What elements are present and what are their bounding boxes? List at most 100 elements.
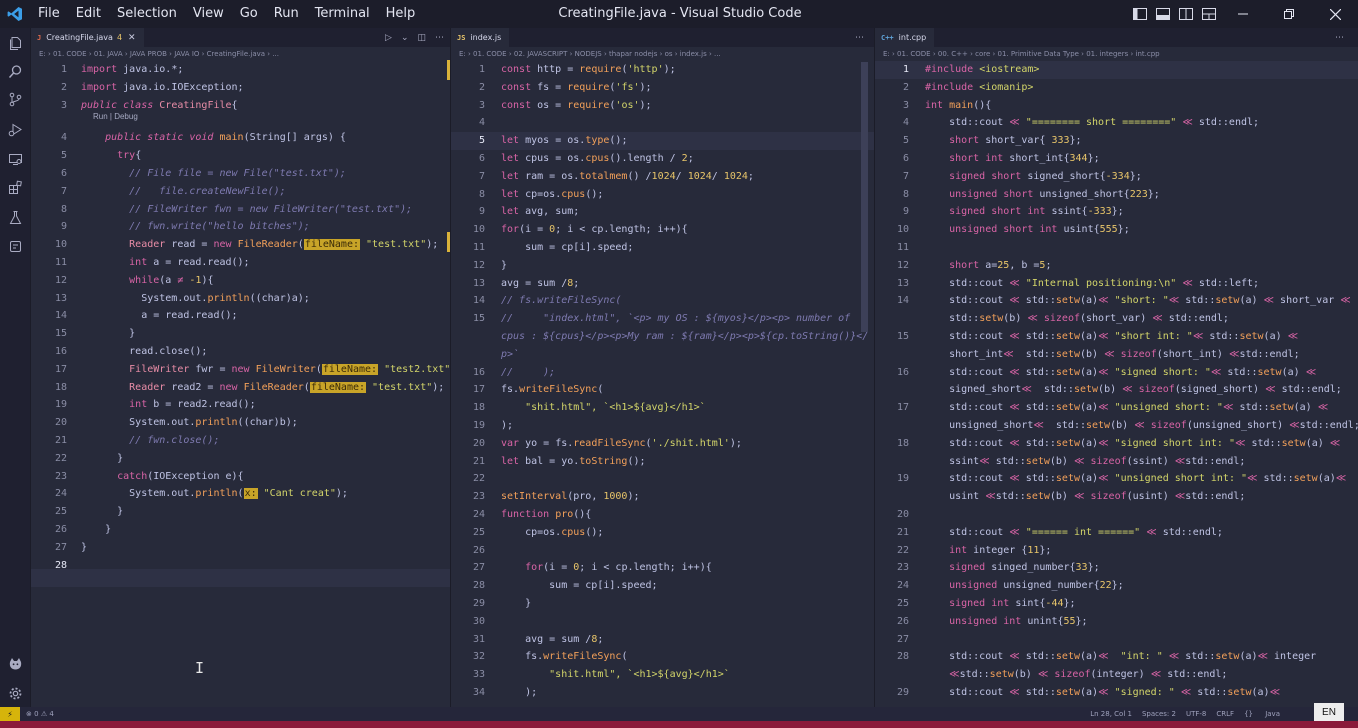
code-line[interactable]: 6 short int short_int{344};: [875, 150, 1358, 168]
code-line[interactable]: 5 let myos = os.type();: [451, 132, 874, 150]
code-line[interactable]: 18 "shit.html", `<h1>${avg}</h1>`: [451, 399, 874, 417]
language-mode[interactable]: {} Java: [1244, 707, 1280, 721]
code-line[interactable]: 10 for(i = 0; i < cp.length; i++){: [451, 221, 874, 239]
menu-file[interactable]: File: [30, 0, 68, 28]
code-line[interactable]: 15 }: [31, 325, 450, 343]
toggle-secondary-sidebar-icon[interactable]: [1174, 0, 1197, 28]
code-line[interactable]: 5 short short_var{ 333};: [875, 132, 1358, 150]
code-line[interactable]: 1 const http = require('http');: [451, 61, 874, 79]
code-line[interactable]: 21 std::cout ≪ "====== int ======" ≪ std…: [875, 524, 1358, 542]
code-line[interactable]: 19 std::cout ≪ std::setw(a)≪ "unsigned s…: [875, 470, 1358, 488]
code-line[interactable]: 7 // file.createNewFile();: [31, 183, 450, 201]
code-line[interactable]: 9 signed short int ssint{-333};: [875, 203, 1358, 221]
code-line[interactable]: 25 cp=os.cpus();: [451, 524, 874, 542]
code-line[interactable]: 18 std::cout ≪ std::setw(a)≪ "signed sho…: [875, 435, 1358, 453]
breadcrumb-item[interactable]: os: [665, 50, 673, 58]
code-line[interactable]: 6 // File file = new File("test.txt");: [31, 165, 450, 183]
code-line[interactable]: 4 std::cout ≪ "======== short ========" …: [875, 114, 1358, 132]
code-line[interactable]: 7 signed short signed_short{-334};: [875, 168, 1358, 186]
code-line[interactable]: 23 catch(IOException e){: [31, 468, 450, 486]
chevron-down-icon[interactable]: ⌄: [401, 33, 409, 43]
breadcrumb-item[interactable]: 01. JAVA: [94, 50, 123, 58]
code-line[interactable]: 6 let cpus = os.cpus().length / 2;: [451, 150, 874, 168]
breadcrumb-item[interactable]: ...: [714, 50, 721, 58]
code-line[interactable]: 22: [451, 470, 874, 488]
code-line[interactable]: 11 int a = read.read();: [31, 254, 450, 272]
tab-int-cpp[interactable]: C++ int.cpp: [875, 28, 935, 47]
more-actions-icon[interactable]: ⋯: [435, 33, 444, 43]
code-line[interactable]: 25 signed int sint{-44};: [875, 595, 1358, 613]
breadcrumb-item[interactable]: 01. CODE: [53, 50, 87, 58]
menu-selection[interactable]: Selection: [109, 0, 185, 28]
code-line[interactable]: 3 const os = require('os');: [451, 97, 874, 115]
code-line[interactable]: 9 let avg, sum;: [451, 203, 874, 221]
code-line[interactable]: 28 sum = cp[i].speed;: [451, 577, 874, 595]
cursor-position[interactable]: Ln 28, Col 1: [1090, 707, 1132, 721]
keyboard-language-indicator[interactable]: EN: [1314, 703, 1344, 721]
breadcrumb-item[interactable]: E:: [459, 50, 466, 58]
code-line[interactable]: 24 function pro(){: [451, 506, 874, 524]
breadcrumb[interactable]: E: › 01. CODE › 00. C++ › core › 01. Pri…: [875, 47, 1358, 61]
code-line[interactable]: 30: [451, 613, 874, 631]
code-line[interactable]: 15 std::cout ≪ std::setw(a)≪ "short int:…: [875, 328, 1358, 346]
code-line[interactable]: 2 const fs = require('fs');: [451, 79, 874, 97]
code-line[interactable]: 29 std::cout ≪ std::setw(a)≪ "signed: " …: [875, 684, 1358, 702]
breadcrumb-item[interactable]: index.js: [680, 50, 707, 58]
remote-explorer-icon[interactable]: [0, 144, 30, 174]
run-code-icon[interactable]: ▷: [385, 33, 392, 43]
code-line[interactable]: 13 System.out.println((char)a);: [31, 290, 450, 308]
code-area[interactable]: Run | Debug 1 import java.io.*; 2 import ja…: [31, 61, 450, 708]
code-line[interactable]: 26 }: [31, 521, 450, 539]
code-line[interactable]: 10 unsigned short int usint{555};: [875, 221, 1358, 239]
restore-icon[interactable]: [1266, 0, 1312, 28]
breadcrumb-item[interactable]: int.cpp: [1136, 50, 1160, 58]
accounts-icon[interactable]: [0, 648, 30, 678]
breadcrumb[interactable]: E: › 01. CODE › 01. JAVA › JAVA PROB › J…: [31, 47, 450, 61]
code-line[interactable]: 26: [451, 542, 874, 560]
code-line[interactable]: 3 public class CreatingFile{: [31, 97, 450, 115]
more-actions-icon[interactable]: ⋯: [855, 33, 864, 43]
extensions-icon[interactable]: [0, 172, 30, 202]
code-line[interactable]: 16 std::cout ≪ std::setw(a)≪ "signed sho…: [875, 364, 1358, 382]
toggle-panel-icon[interactable]: [1151, 0, 1174, 28]
code-line[interactable]: 7 let ram = os.totalmem() /1024/ 1024/ 10…: [451, 168, 874, 186]
testing-icon[interactable]: [0, 202, 30, 232]
code-line[interactable]: 14 std::cout ≪ std::setw(a)≪ "short: "≪ …: [875, 292, 1358, 310]
code-line[interactable]: 15 // "index.html", `<p> my OS : ${myos}<…: [451, 310, 874, 328]
encoding[interactable]: UTF-8: [1186, 707, 1206, 721]
close-tab-icon[interactable]: ✕: [128, 33, 136, 43]
code-line[interactable]: 28 std::cout ≪ std::setw(a)≪ "int: " ≪ s…: [875, 648, 1358, 666]
more-actions-icon[interactable]: ⋯: [1335, 33, 1344, 43]
code-line[interactable]: ssint≪ std::setw(b) ≪ sizeof(ssint) ≪std…: [875, 453, 1358, 471]
code-area[interactable]: 1 const http = require('http'); 2 const fs …: [451, 61, 874, 708]
code-line[interactable]: 13 std::cout ≪ "Internal positioning:\n"…: [875, 275, 1358, 293]
code-line[interactable]: 8 let cp=os.cpus();: [451, 186, 874, 204]
search-icon[interactable]: [0, 56, 30, 86]
code-line[interactable]: 17 FileWriter fwr = new FileWriter(fileN…: [31, 361, 450, 379]
breadcrumb-item[interactable]: 01. Primitive Data Type: [998, 50, 1079, 58]
breadcrumb-item[interactable]: 00. C++: [938, 50, 968, 58]
code-line[interactable]: short_int≪ std::setw(b) ≪ sizeof(short_i…: [875, 346, 1358, 364]
run-debug-icon[interactable]: [0, 114, 30, 144]
docker-icon[interactable]: [0, 231, 30, 261]
breadcrumb-item[interactable]: ...: [272, 50, 279, 58]
code-line[interactable]: 20: [875, 506, 1358, 524]
breadcrumb-item[interactable]: NODEJS: [575, 50, 602, 58]
code-line[interactable]: 14 // fs.writeFileSync(: [451, 292, 874, 310]
code-line[interactable]: 14 a = read.read();: [31, 307, 450, 325]
code-line[interactable]: 19 int b = read2.read();: [31, 396, 450, 414]
menu-run[interactable]: Run: [266, 0, 307, 28]
end-of-line[interactable]: CRLF: [1216, 707, 1234, 721]
code-line[interactable]: 17 fs.writeFileSync(: [451, 381, 874, 399]
menu-help[interactable]: Help: [378, 0, 424, 28]
menu-edit[interactable]: Edit: [68, 0, 109, 28]
close-window-icon[interactable]: [1312, 0, 1358, 28]
breadcrumb-item[interactable]: 01. CODE: [473, 50, 507, 58]
code-line[interactable]: 26 unsigned int unint{55};: [875, 613, 1358, 631]
code-line[interactable]: 5 try{: [31, 147, 450, 165]
code-line[interactable]: 17 std::cout ≪ std::setw(a)≪ "unsigned s…: [875, 399, 1358, 417]
code-line[interactable]: 9 // fwn.write("hello bitches");: [31, 218, 450, 236]
code-line[interactable]: 12 while(a ≠ -1){: [31, 272, 450, 290]
code-line[interactable]: 33 "shit.html", `<h1>${avg}</h1>`: [451, 666, 874, 684]
code-line[interactable]: 23 signed singed_number{33};: [875, 559, 1358, 577]
